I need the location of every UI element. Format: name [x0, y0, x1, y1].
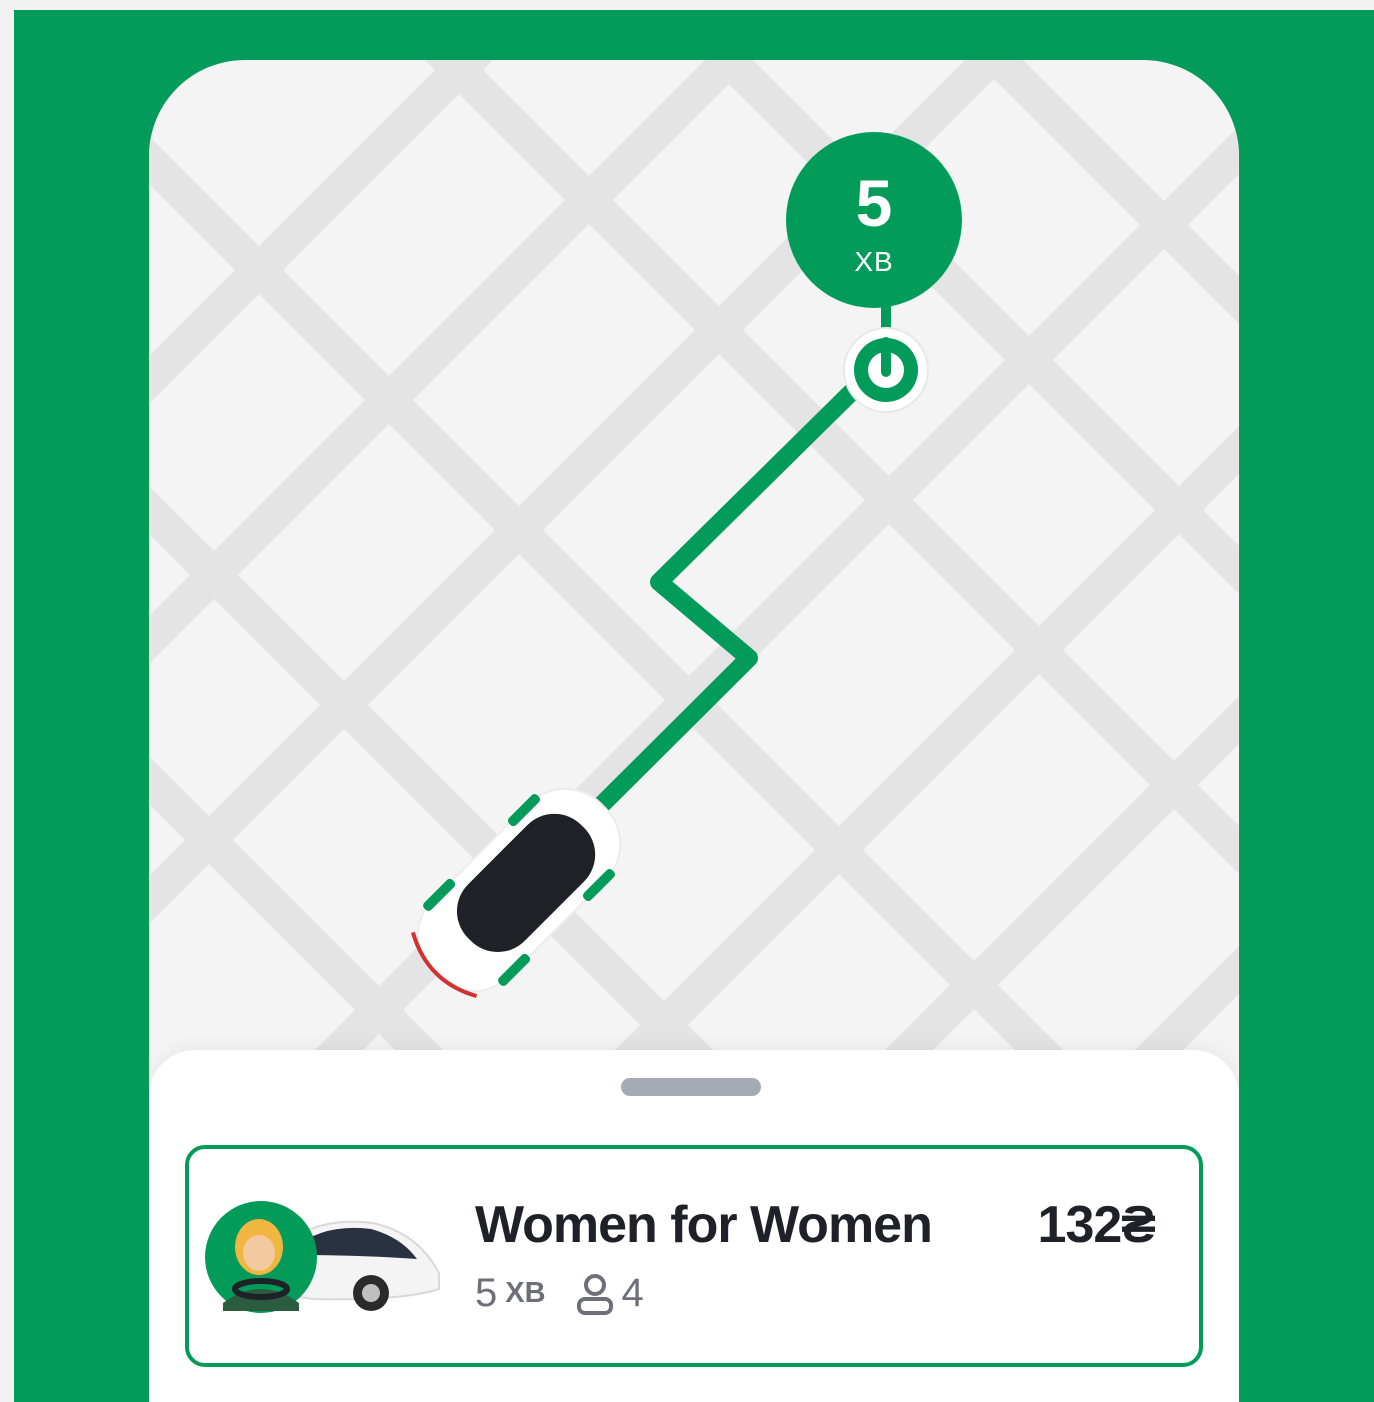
app-frame: 5 ХВ Women for Women 5 ХВ 4 132₴ [14, 10, 1374, 1402]
ride-seats-count: 4 [621, 1271, 644, 1315]
ride-option-price: 132₴ [1037, 1196, 1156, 1254]
female-driver-car-icon [205, 1201, 440, 1313]
map-view[interactable]: 5 ХВ [149, 60, 1239, 1100]
map-canvas [149, 60, 1239, 1100]
eta-bubble: 5 ХВ [786, 132, 962, 308]
phone-screen: 5 ХВ Women for Women 5 ХВ 4 132₴ [149, 60, 1239, 1402]
ride-option-title: Women for Women [475, 1196, 933, 1254]
map-roads [149, 60, 1239, 1100]
ride-eta-value: 5 [475, 1271, 498, 1315]
ride-eta-unit: ХВ [505, 1277, 546, 1309]
ride-option-card[interactable]: Women for Women 5 ХВ 4 132₴ [185, 1145, 1203, 1367]
drag-handle-icon[interactable] [621, 1078, 761, 1096]
ride-option-meta: 5 ХВ 4 [475, 1271, 644, 1316]
bottom-sheet[interactable]: Women for Women 5 ХВ 4 132₴ [149, 1050, 1239, 1402]
eta-value: 5 [855, 166, 893, 240]
person-icon [576, 1273, 613, 1315]
eta-unit: ХВ [854, 246, 894, 277]
